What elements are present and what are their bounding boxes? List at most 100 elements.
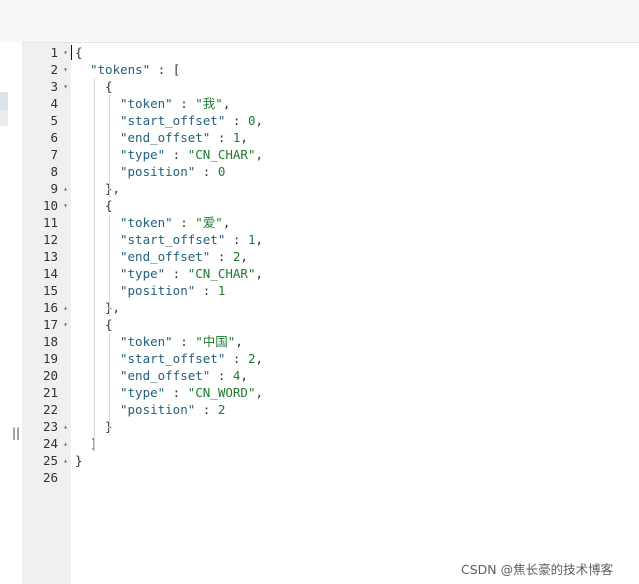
code-line: "token" : "中国", xyxy=(120,333,243,350)
left-pane-selected-line[interactable] xyxy=(0,92,8,110)
fold-collapse-icon[interactable]: ▾ xyxy=(63,316,68,333)
fold-collapse-icon[interactable]: ▾ xyxy=(63,61,68,78)
json-key: "end_offset" xyxy=(120,249,211,264)
json-punctuation: { xyxy=(75,45,83,60)
json-punctuation: { xyxy=(105,79,113,94)
json-string: "CN_CHAR" xyxy=(187,147,256,162)
line-number: 14 xyxy=(42,266,58,281)
fold-expand-icon[interactable]: ▴ xyxy=(63,299,68,316)
resize-handle-icon[interactable]: || xyxy=(12,426,20,440)
code-line: { xyxy=(75,44,83,61)
line-number: 24 xyxy=(42,436,58,451)
json-punctuation: : xyxy=(225,351,248,366)
json-string: "CN_WORD" xyxy=(187,385,256,400)
gutter-line: 18 xyxy=(22,333,71,350)
json-punctuation: : xyxy=(210,130,233,145)
code-line: "position" : 0 xyxy=(120,163,225,180)
code-area[interactable]: {"tokens" : [{"token" : "我", "start_offse… xyxy=(71,43,639,584)
line-number: 22 xyxy=(42,402,58,417)
json-punctuation: , xyxy=(255,147,263,162)
json-punctuation: }, xyxy=(105,181,121,196)
left-pane-line[interactable] xyxy=(0,110,8,126)
code-line: { xyxy=(105,316,113,333)
json-string: "中国" xyxy=(195,334,236,349)
json-key: "type" xyxy=(120,266,166,281)
indent-guide xyxy=(109,333,110,435)
json-punctuation: { xyxy=(105,317,113,332)
json-key: "type" xyxy=(120,385,166,400)
line-number: 3 xyxy=(50,79,58,94)
fold-expand-icon[interactable]: ▴ xyxy=(63,418,68,435)
code-line: { xyxy=(105,78,113,95)
json-key: "end_offset" xyxy=(120,130,211,145)
json-string: "CN_CHAR" xyxy=(187,266,256,281)
code-line: "start_offset" : 0, xyxy=(120,112,263,129)
indent-guide xyxy=(109,214,110,316)
json-punctuation: : xyxy=(195,164,218,179)
code-line: "token" : "爱", xyxy=(120,214,230,231)
indent-guide xyxy=(109,95,110,197)
gutter-line: 1 ▾ xyxy=(22,44,71,61)
fold-collapse-icon[interactable]: ▾ xyxy=(63,44,68,61)
gutter-line: 26 xyxy=(22,469,71,486)
app-window: || 1 ▾ 2 ▾ 3 ▾ 4 5 6 7 8 9 ▴ 10 ▾ 11 12 13 14 15 16 ▴ 17 ▾ 18 19 2… xyxy=(0,0,639,584)
line-number: 16 xyxy=(42,300,58,315)
code-line: "position" : 1 xyxy=(120,282,225,299)
json-punctuation: } xyxy=(75,453,83,468)
gutter-line: 3 ▾ xyxy=(22,78,71,95)
line-number: 1 xyxy=(50,45,58,60)
json-number: 0 xyxy=(217,164,226,179)
code-line: }, xyxy=(105,180,120,197)
line-number: 7 xyxy=(50,147,58,162)
fold-expand-icon[interactable]: ▴ xyxy=(63,452,68,469)
json-string: "我" xyxy=(195,96,223,111)
json-punctuation: : xyxy=(172,96,196,111)
gutter-line: 15 xyxy=(22,282,71,299)
line-number: 20 xyxy=(42,368,58,383)
code-line: "type" : "CN_CHAR", xyxy=(120,146,263,163)
json-punctuation: , xyxy=(235,334,243,349)
code-line: "start_offset" : 1, xyxy=(120,231,263,248)
json-number: 2 xyxy=(217,402,226,417)
json-key: "position" xyxy=(120,283,196,298)
response-editor[interactable]: 1 ▾ 2 ▾ 3 ▾ 4 5 6 7 8 9 ▴ 10 ▾ 11 12 13 14 15 16 ▴ 17 ▾ 18 19 20 21… xyxy=(22,42,639,584)
line-number-gutter: 1 ▾ 2 ▾ 3 ▾ 4 5 6 7 8 9 ▴ 10 ▾ 11 12 13 14 15 16 ▴ 17 ▾ 18 19 20 21… xyxy=(22,43,71,584)
fold-collapse-icon[interactable]: ▾ xyxy=(63,197,68,214)
line-number: 11 xyxy=(42,215,58,230)
json-key: "end_offset" xyxy=(120,368,211,383)
fold-expand-icon[interactable]: ▴ xyxy=(63,180,68,197)
gutter-line: 24 ▴ xyxy=(22,435,71,452)
json-punctuation: , xyxy=(255,232,263,247)
gutter-line: 16 ▴ xyxy=(22,299,71,316)
fold-collapse-icon[interactable]: ▾ xyxy=(63,78,68,95)
json-punctuation: , xyxy=(222,215,231,230)
json-punctuation: : xyxy=(195,283,218,298)
json-punctuation: : xyxy=(225,232,248,247)
fold-expand-icon[interactable]: ▴ xyxy=(63,435,68,452)
json-punctuation: : xyxy=(210,249,233,264)
gutter-line: 21 xyxy=(22,384,71,401)
json-punctuation: : xyxy=(165,266,188,281)
gutter-line: 17 ▾ xyxy=(22,316,71,333)
json-punctuation: : xyxy=(165,385,188,400)
code-line: "tokens" : [ xyxy=(90,61,180,78)
code-line: "end_offset" : 4, xyxy=(120,367,248,384)
line-number: 21 xyxy=(42,385,58,400)
json-key: "token" xyxy=(120,334,173,349)
json-punctuation: , xyxy=(240,249,248,264)
line-number: 12 xyxy=(42,232,58,247)
pane-resizer[interactable] xyxy=(8,42,22,584)
line-number: 8 xyxy=(50,164,58,179)
json-key: "tokens" xyxy=(90,62,151,77)
json-key: "type" xyxy=(120,147,166,162)
code-line: "end_offset" : 2, xyxy=(120,248,248,265)
json-punctuation: : xyxy=(165,147,188,162)
line-number: 10 xyxy=(42,198,58,213)
json-punctuation: : xyxy=(172,215,196,230)
json-punctuation: : xyxy=(225,113,248,128)
json-punctuation: : [ xyxy=(150,62,181,77)
json-punctuation: , xyxy=(255,351,263,366)
gutter-line: 6 xyxy=(22,129,71,146)
json-punctuation: , xyxy=(240,130,248,145)
line-number: 9 xyxy=(50,181,58,196)
